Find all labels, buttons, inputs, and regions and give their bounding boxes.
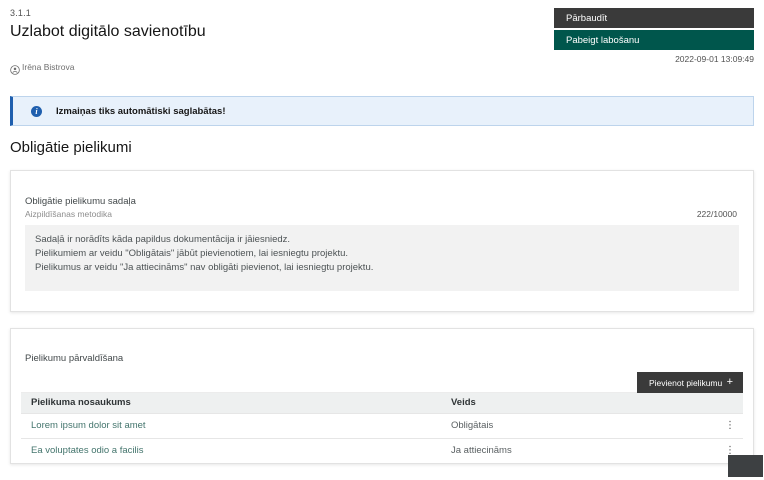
page-title: Uzlabot digitālo savienotību (10, 23, 206, 41)
char-counter: 222/10000 (697, 209, 739, 219)
methodology-sublabel: Aizpildīšanas metodika (25, 209, 136, 219)
methodology-card: Obligātie pielikumu sadaļa Aizpildīšanas… (10, 170, 754, 312)
attachments-card: Pielikumu pārvaldīšana Pievienot pieliku… (10, 328, 754, 464)
header-actions-column (707, 393, 743, 413)
add-attachment-button[interactable]: Pievienot pielikumu + (637, 372, 743, 393)
header-attachment-type: Veids (441, 393, 707, 413)
back-to-top-button[interactable] (728, 455, 763, 477)
attachments-label: Pielikumu pārvaldīšana (21, 353, 743, 364)
breadcrumb-section-number: 3.1.1 (10, 8, 206, 18)
editing-user: Irēna Bistrova (10, 62, 206, 72)
user-name: Irēna Bistrova (22, 62, 74, 72)
methodology-textarea[interactable]: Sadaļā ir norādīts kāda papildus dokumen… (25, 225, 739, 291)
methodology-field-head: Obligātie pielikumu sadaļa Aizpildīšanas… (25, 196, 739, 219)
section-heading: Obligātie pielikumi (10, 139, 754, 156)
attachment-type: Ja attiecināms (441, 438, 707, 463)
header-left: 3.1.1 Uzlabot digitālo savienotību Irēna… (10, 8, 206, 72)
attachment-link[interactable]: Ea voluptates odio a facilis (31, 445, 143, 456)
autosave-notification: i Izmaiņas tiks automātiski saglabātas! (10, 96, 754, 126)
page: 3.1.1 Uzlabot digitālo savienotību Irēna… (0, 0, 764, 464)
table-row: Lorem ipsum dolor sit amet Obligātais ⋮ (21, 413, 743, 438)
plus-icon: + (727, 377, 733, 388)
methodology-labels: Obligātie pielikumu sadaļa Aizpildīšanas… (25, 196, 136, 219)
check-button[interactable]: Pārbaudīt (554, 8, 754, 28)
add-attachment-label: Pievienot pielikumu (649, 378, 722, 388)
user-icon (10, 62, 20, 72)
page-header: 3.1.1 Uzlabot digitālo savienotību Irēna… (10, 8, 754, 72)
header-actions: Pārbaudīt Pabeigt labošanu 2022-09-01 13… (554, 8, 754, 64)
attachment-type: Obligātais (441, 413, 707, 438)
kebab-menu-icon[interactable]: ⋮ (719, 419, 741, 433)
attachments-toolbar: Pievienot pielikumu + (21, 372, 743, 393)
attachment-link[interactable]: Lorem ipsum dolor sit amet (31, 420, 146, 431)
toolbar-spacer (21, 372, 637, 393)
edit-timestamp: 2022-09-01 13:09:49 (554, 54, 754, 64)
header-attachment-name: Pielikuma nosaukums (21, 393, 441, 413)
info-icon: i (31, 106, 42, 117)
table-header-row: Pielikuma nosaukums Veids (21, 393, 743, 413)
finish-editing-button[interactable]: Pabeigt labošanu (554, 30, 754, 50)
table-row: Ea voluptates odio a facilis Ja attiecin… (21, 438, 743, 463)
attachments-table: Pielikuma nosaukums Veids Lorem ipsum do… (21, 393, 743, 463)
methodology-label: Obligātie pielikumu sadaļa (25, 196, 136, 207)
notification-message: Izmaiņas tiks automātiski saglabātas! (56, 106, 225, 117)
